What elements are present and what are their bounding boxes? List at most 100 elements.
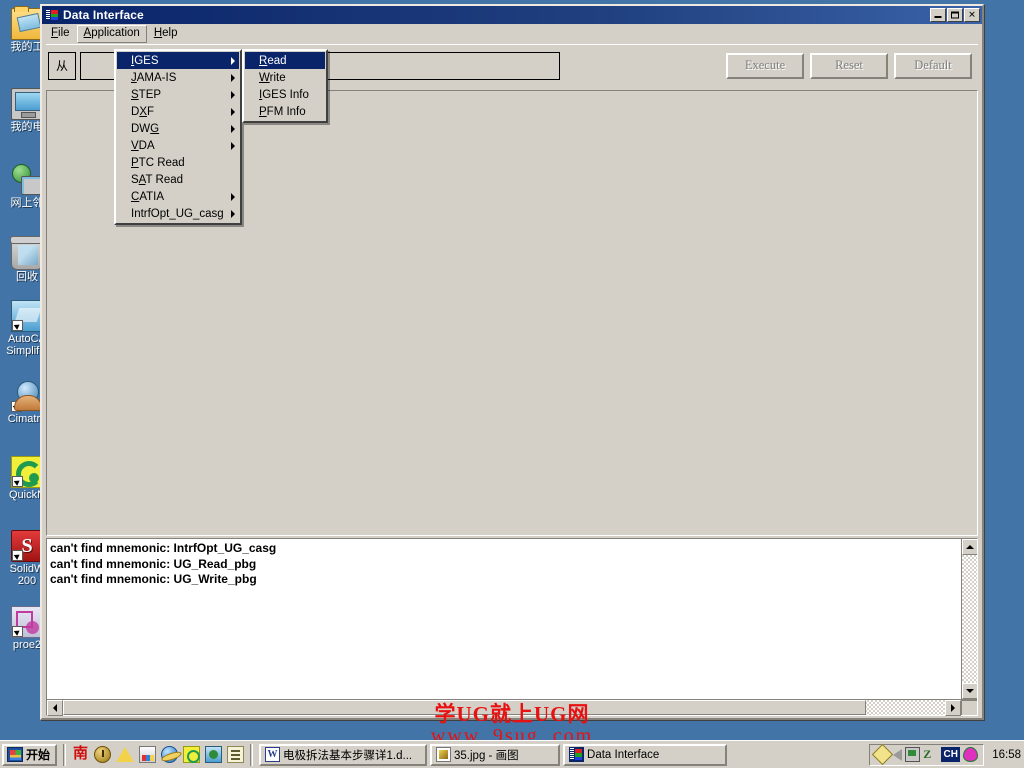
taskbar-button-label: Data Interface xyxy=(587,748,660,761)
menu-item-vda[interactable]: VDA xyxy=(117,137,239,154)
default-button[interactable]: Default xyxy=(894,52,972,79)
nanjixing-icon[interactable]: 南 xyxy=(72,746,89,763)
windows-flag-icon xyxy=(7,747,23,762)
taskbar-button[interactable]: Data Interface xyxy=(563,743,728,766)
menu-item-label: JAMA-IS xyxy=(131,71,177,84)
menu-bar[interactable]: File Application Help xyxy=(42,24,982,44)
menu-item-label: IntrfOpt_UG_casg xyxy=(131,207,224,220)
log-horizontal-scrollbar[interactable] xyxy=(47,699,977,716)
ime-toolbar-icon[interactable] xyxy=(963,747,979,762)
submenu-arrow-icon xyxy=(231,124,235,133)
action-button-group: Execute Reset Default xyxy=(726,52,978,79)
reset-button[interactable]: Reset xyxy=(810,52,888,79)
submenu-item-read[interactable]: Read xyxy=(245,52,325,69)
log-vertical-scrollbar[interactable] xyxy=(961,539,977,699)
horizontal-scroll-track[interactable] xyxy=(63,700,945,715)
app-icon xyxy=(45,8,59,22)
scroll-down-icon[interactable] xyxy=(962,683,977,699)
menu-item-catia[interactable]: CATIA xyxy=(117,188,239,205)
submenu-item-write[interactable]: Write xyxy=(245,69,325,86)
taskbar-button-label: 电极拆法基本步骤详1.d... xyxy=(283,749,413,762)
paint-icon[interactable] xyxy=(139,746,157,763)
submenu-arrow-icon xyxy=(231,90,235,99)
menu-item-label: DWG xyxy=(131,122,160,135)
log-line: can't find mnemonic: UG_Write_pbg xyxy=(50,572,257,586)
start-button[interactable]: 开始 xyxy=(2,743,58,766)
taskbar-button[interactable]: 35.jpg - 画图 xyxy=(430,743,561,766)
menu-item-label: IGES Info xyxy=(259,88,309,101)
word-document-icon xyxy=(265,747,281,762)
log-text: can't find mnemonic: IntrfOpt_UG_casg ca… xyxy=(47,539,961,699)
notepad-icon[interactable] xyxy=(227,746,245,763)
pen-tablet-icon[interactable] xyxy=(872,743,894,766)
menu-item-label: SAT Read xyxy=(131,173,184,186)
taskbar[interactable]: 开始 南 电极拆法基本步骤详1.d... 35.jpg - 画图 Data Inte… xyxy=(0,740,1024,768)
data-interface-window[interactable]: Data Interface ✕ File Application Help 从 E… xyxy=(40,4,984,720)
paint-window-icon xyxy=(436,747,452,762)
shortcut-arrow-icon xyxy=(12,550,23,561)
globe-icon[interactable] xyxy=(205,746,223,763)
ime-language-icon[interactable]: CH xyxy=(941,747,961,762)
scroll-up-icon[interactable] xyxy=(962,539,977,555)
submenu-item-iges-info[interactable]: IGES Info xyxy=(245,86,325,103)
computer-icon xyxy=(11,88,43,120)
log-output-pane[interactable]: can't find mnemonic: IntrfOpt_UG_casg ca… xyxy=(46,538,978,716)
application-menu-dropdown[interactable]: IGES JAMA-IS STEP DXF DWG VDA PTC Read SAT Read… xyxy=(114,49,242,225)
volume-icon[interactable] xyxy=(893,748,903,761)
minimize-button[interactable] xyxy=(930,8,946,22)
menubar-item-application[interactable]: Application xyxy=(76,25,147,43)
vertical-scroll-track[interactable] xyxy=(962,555,977,683)
shortcut-arrow-icon xyxy=(12,626,23,637)
menu-item-step[interactable]: STEP xyxy=(117,86,239,103)
menu-item-sat-read[interactable]: SAT Read xyxy=(117,171,239,188)
scroll-left-icon[interactable] xyxy=(47,700,63,716)
execute-button[interactable]: Execute xyxy=(726,52,804,79)
maximize-button[interactable] xyxy=(947,8,963,22)
submenu-arrow-icon xyxy=(231,107,235,116)
menubar-item-help[interactable]: Help xyxy=(147,25,185,43)
menu-item-label: PTC Read xyxy=(131,156,185,169)
task-button-list[interactable]: 电极拆法基本步骤详1.d... 35.jpg - 画图 Data Interface xyxy=(256,743,869,766)
menu-item-iges[interactable]: IGES xyxy=(117,52,239,69)
menu-item-dxf[interactable]: DXF xyxy=(117,103,239,120)
window-title: Data Interface xyxy=(63,8,144,22)
submenu-item-pfm-info[interactable]: PFM Info xyxy=(245,103,325,120)
taskbar-button[interactable]: 电极拆法基本步骤详1.d... xyxy=(259,743,428,766)
menu-item-label: CATIA xyxy=(131,190,165,203)
data-interface-icon xyxy=(569,747,585,762)
menu-item-ptc-read[interactable]: PTC Read xyxy=(117,154,239,171)
menu-item-dwg[interactable]: DWG xyxy=(117,120,239,137)
close-button[interactable]: ✕ xyxy=(964,8,980,22)
submenu-arrow-icon xyxy=(231,209,235,218)
quick-launch-bar[interactable]: 南 xyxy=(69,746,247,763)
solidworks-icon xyxy=(11,530,43,562)
system-tray[interactable]: Z CH xyxy=(869,743,985,766)
iges-submenu[interactable]: Read Write IGES Info PFM Info xyxy=(242,49,328,123)
log-line: can't find mnemonic: UG_Read_pbg xyxy=(50,556,257,571)
menu-item-label: VDA xyxy=(131,139,155,152)
warning-icon[interactable] xyxy=(116,747,135,762)
menu-item-jama-is[interactable]: JAMA-IS xyxy=(117,69,239,86)
taskbar-divider xyxy=(63,743,67,766)
clock-icon[interactable] xyxy=(94,746,112,763)
power-saver-icon[interactable]: Z xyxy=(923,747,938,762)
taskbar-clock[interactable]: 16:58 xyxy=(987,749,1024,761)
window-titlebar[interactable]: Data Interface ✕ xyxy=(42,6,982,24)
scroll-right-icon[interactable] xyxy=(945,700,961,716)
shortcut-arrow-icon xyxy=(12,476,23,487)
submenu-arrow-icon xyxy=(231,192,235,201)
menu-item-label: IGES xyxy=(131,54,159,67)
scrollbar-corner xyxy=(961,700,977,715)
network-icon xyxy=(11,164,44,196)
menu-item-label: STEP xyxy=(131,88,162,101)
menu-item-intrfopt-ug-casg[interactable]: IntrfOpt_UG_casg xyxy=(117,205,239,222)
network-status-icon[interactable] xyxy=(905,747,921,762)
horizontal-scroll-thumb[interactable] xyxy=(63,700,866,715)
menu-item-label: Read xyxy=(259,54,287,67)
mode-indicator-box[interactable]: 从 xyxy=(48,51,76,80)
qq-icon[interactable] xyxy=(183,746,201,763)
close-icon: ✕ xyxy=(968,9,976,20)
internet-explorer-icon[interactable] xyxy=(161,746,179,763)
menu-item-label: Write xyxy=(259,71,286,84)
menubar-item-file[interactable]: File xyxy=(44,25,77,43)
